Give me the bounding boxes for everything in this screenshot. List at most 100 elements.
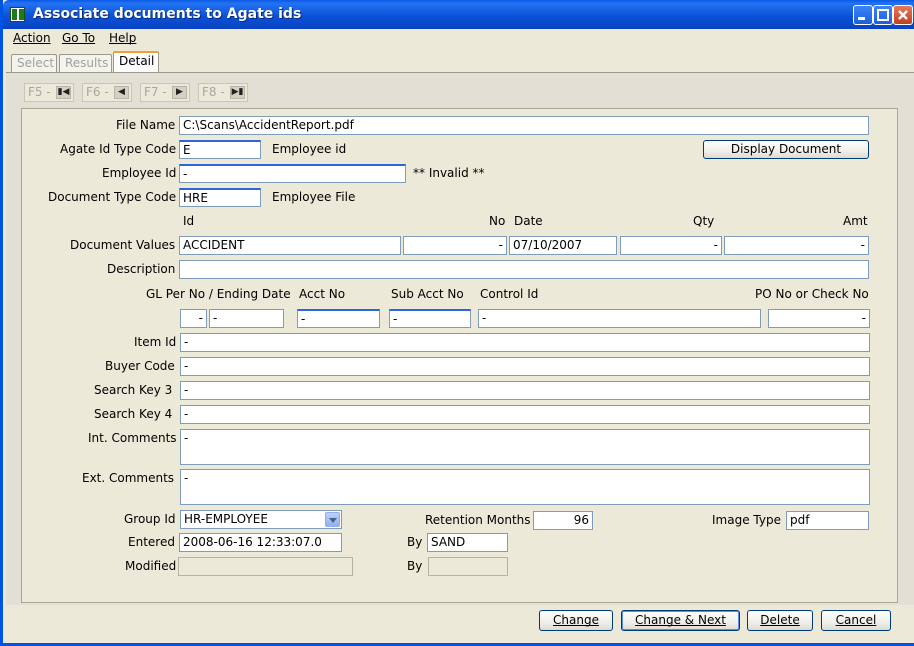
delete-button-label: Delete: [760, 613, 800, 627]
menu-goto[interactable]: Go To: [62, 31, 95, 45]
f7-label: F7 -: [144, 85, 167, 99]
po-no-field[interactable]: -: [768, 309, 870, 328]
int-comments-label: Int. Comments: [88, 431, 177, 445]
col-qty-header: Qty: [693, 214, 715, 228]
menu-action[interactable]: Action: [13, 31, 51, 45]
tab-results[interactable]: Results: [59, 54, 112, 73]
minimize-icon[interactable]: [853, 5, 873, 25]
doc-values-label: Document Values: [70, 238, 176, 252]
detail-form: File Name C:\Scans\AccidentReport.pdf Ag…: [21, 108, 898, 603]
control-id-label: Control Id: [480, 287, 539, 301]
col-amt-header: Amt: [843, 214, 868, 228]
last-record-button[interactable]: F8 - ▶▮: [198, 83, 248, 102]
display-document-button[interactable]: Display Document: [703, 140, 869, 159]
doc-qty-field[interactable]: -: [620, 236, 722, 255]
gl-per-label: GL Per No / Ending Date: [146, 287, 291, 301]
entered-by-field[interactable]: SAND: [427, 533, 508, 552]
file-name-label: File Name: [116, 118, 176, 132]
last-record-icon: ▶▮: [230, 86, 245, 99]
agate-type-field[interactable]: E: [179, 140, 261, 159]
file-name-field[interactable]: C:\Scans\AccidentReport.pdf: [179, 116, 869, 135]
acct-no-field[interactable]: -: [297, 309, 380, 328]
group-id-value: HR-EMPLOYEE: [184, 512, 268, 526]
buyer-code-label: Buyer Code: [105, 359, 175, 373]
change-next-button[interactable]: Change & Next: [621, 610, 740, 631]
menu-help[interactable]: Help: [109, 31, 136, 45]
entered-field[interactable]: 2008-06-16 12:33:07.0: [179, 533, 342, 552]
modified-field: [178, 557, 353, 576]
sub-acct-field[interactable]: -: [389, 309, 471, 328]
employee-id-label: Employee Id: [102, 166, 177, 180]
doc-type-label: Document Type Code: [48, 190, 177, 204]
app-icon: [10, 7, 25, 22]
acct-no-label: Acct No: [299, 287, 346, 301]
group-id-select[interactable]: HR-EMPLOYEE: [180, 510, 342, 529]
modified-by-label: By: [407, 559, 423, 573]
tab-select[interactable]: Select: [11, 54, 57, 73]
search-key-3-field[interactable]: -: [180, 381, 870, 400]
f6-label: F6 -: [86, 85, 109, 99]
col-date-header: Date: [514, 214, 543, 228]
item-id-field[interactable]: -: [180, 333, 870, 352]
agate-type-desc: Employee id: [272, 142, 347, 156]
next-record-icon: ▶: [172, 86, 187, 99]
invalid-note: ** Invalid **: [413, 166, 485, 180]
previous-record-button[interactable]: F6 - ◀: [82, 83, 132, 102]
previous-record-icon: ◀: [114, 86, 129, 99]
modified-label: Modified: [125, 559, 177, 573]
search-key-4-label: Search Key 4: [94, 407, 173, 421]
f8-label: F8 -: [202, 85, 225, 99]
image-type-label: Image Type: [712, 513, 781, 527]
change-button-label: Change: [553, 613, 599, 627]
first-record-icon: ▮◀: [56, 86, 71, 99]
title-bar[interactable]: Associate documents to Agate ids: [3, 0, 914, 29]
client-area: Select Results Detail F5 - ▮◀ F6 - ◀ F7 …: [6, 49, 914, 643]
retention-months-label: Retention Months: [425, 513, 531, 527]
entered-by-label: By: [407, 535, 423, 549]
retention-months-field[interactable]: 96: [533, 511, 593, 530]
buyer-code-field[interactable]: -: [180, 357, 870, 376]
employee-id-field[interactable]: -: [179, 164, 406, 183]
close-icon[interactable]: [893, 5, 913, 25]
agate-type-label: Agate Id Type Code: [60, 142, 177, 156]
search-key-3-label: Search Key 3: [94, 383, 173, 397]
control-id-field[interactable]: -: [478, 309, 761, 328]
cancel-button[interactable]: Cancel: [821, 610, 891, 631]
tab-detail[interactable]: Detail: [113, 51, 159, 73]
doc-id-field[interactable]: ACCIDENT: [179, 236, 401, 255]
item-id-label: Item Id: [134, 335, 177, 349]
int-comments-field[interactable]: -: [180, 429, 870, 465]
tab-strip: Select Results Detail: [6, 49, 914, 73]
first-record-button[interactable]: F5 - ▮◀: [24, 83, 74, 102]
col-id-header: Id: [183, 214, 195, 228]
description-label: Description: [107, 262, 176, 276]
doc-type-field[interactable]: HRE: [179, 188, 261, 207]
delete-button[interactable]: Delete: [747, 610, 813, 631]
window-title: Associate documents to Agate ids: [33, 6, 302, 22]
entered-label: Entered: [128, 535, 175, 549]
col-no-header: No: [489, 214, 506, 228]
doc-type-desc: Employee File: [272, 190, 356, 204]
ext-comments-field[interactable]: -: [180, 469, 870, 505]
gl-per-field[interactable]: -: [180, 309, 207, 328]
doc-amt-field[interactable]: -: [724, 236, 869, 255]
search-key-4-field[interactable]: -: [180, 405, 870, 424]
chevron-down-icon[interactable]: [325, 512, 340, 527]
description-field[interactable]: [179, 260, 869, 279]
po-no-label: PO No or Check No: [755, 287, 869, 301]
f5-label: F5 -: [28, 85, 51, 99]
gl-end-date-field[interactable]: -: [209, 309, 284, 328]
image-type-field[interactable]: pdf: [786, 511, 869, 530]
doc-no-field[interactable]: -: [403, 236, 507, 255]
sub-acct-label: Sub Acct No: [391, 287, 464, 301]
ext-comments-label: Ext. Comments: [82, 471, 175, 485]
doc-date-field[interactable]: 07/10/2007: [509, 236, 617, 255]
next-record-button[interactable]: F7 - ▶: [140, 83, 190, 102]
cancel-button-label: Cancel: [835, 613, 877, 627]
modified-by-field: [428, 557, 508, 576]
menu-bar: Action Go To Help: [6, 29, 914, 49]
change-next-button-label: Change & Next: [635, 613, 726, 627]
group-id-label: Group Id: [124, 512, 176, 526]
change-button[interactable]: Change: [539, 610, 613, 631]
maximize-icon[interactable]: [873, 5, 893, 25]
